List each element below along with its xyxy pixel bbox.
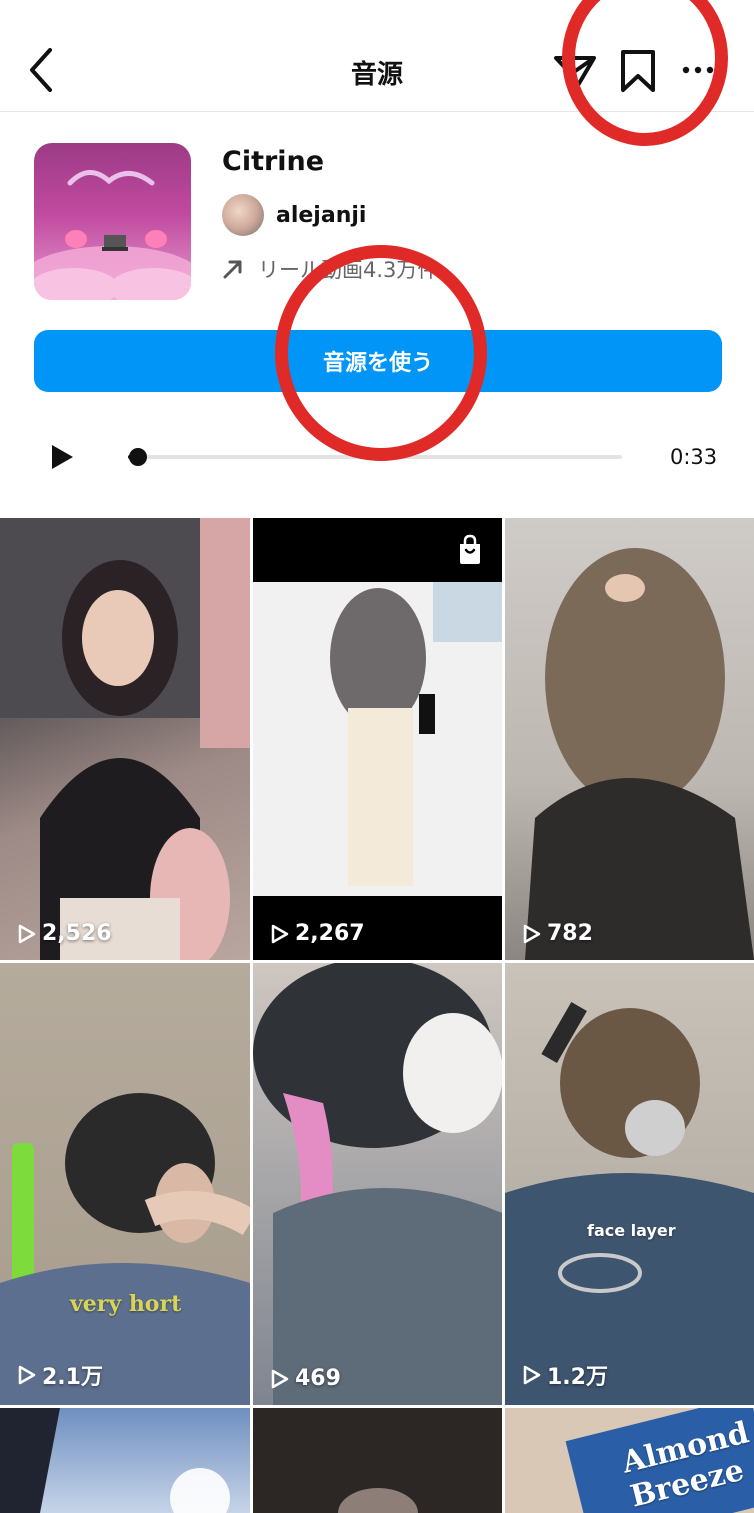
reel-tile[interactable]	[0, 1408, 250, 1513]
reels-grid: 2,526 2,267 782 very hort 2.1万 469 face …	[0, 518, 754, 1513]
play-outline-icon	[18, 1365, 36, 1385]
share-button[interactable]	[552, 50, 598, 96]
reel-caption-text: very hort	[70, 1291, 182, 1317]
album-cover-image	[34, 170, 191, 300]
reel-thumbnail	[253, 963, 502, 1405]
play-count: 2,267	[271, 921, 365, 946]
save-button[interactable]	[618, 48, 658, 94]
avatar	[222, 194, 264, 236]
reel-thumbnail	[253, 582, 502, 896]
audio-page: 音源 Citrine alejanji リール動画4.3万件 音源を使う 0:3…	[0, 0, 754, 1513]
more-options-button[interactable]	[680, 60, 716, 80]
play-count: 2.1万	[18, 1359, 103, 1391]
artist-link[interactable]: alejanji	[222, 194, 366, 236]
play-outline-icon	[271, 924, 289, 943]
play-count: 469	[271, 1366, 341, 1391]
reel-thumbnail	[338, 1488, 418, 1513]
send-icon	[554, 56, 596, 94]
play-outline-icon	[523, 924, 541, 943]
play-button[interactable]	[50, 444, 74, 470]
reel-thumbnail	[0, 1093, 250, 1405]
audio-duration: 0:33	[670, 445, 718, 469]
play-outline-icon	[18, 924, 36, 943]
reel-tile[interactable]: face layer 1.2万	[505, 963, 754, 1405]
audio-progress-slider[interactable]	[128, 448, 622, 466]
play-count: 2,526	[18, 921, 112, 946]
play-outline-icon	[523, 1365, 541, 1385]
reel-tile[interactable]: 782	[505, 518, 754, 960]
play-count: 782	[523, 921, 593, 946]
reel-tile[interactable]: 2,267	[253, 518, 502, 960]
play-count: 1.2万	[523, 1359, 608, 1391]
play-icon	[52, 445, 73, 469]
reel-caption-text: face layer	[587, 1221, 676, 1240]
audio-title: Citrine	[222, 146, 325, 177]
bookmark-icon	[621, 50, 655, 92]
play-outline-icon	[271, 1369, 289, 1388]
reel-thumbnail	[0, 518, 250, 960]
reel-tile[interactable]: 2,526	[0, 518, 250, 960]
reel-tile[interactable]: Almond Breeze	[505, 1408, 754, 1513]
top-bar: 音源	[0, 0, 754, 112]
reel-tile[interactable]	[253, 1408, 502, 1513]
use-audio-button[interactable]: 音源を使う	[34, 330, 722, 392]
artist-name: alejanji	[276, 202, 367, 228]
reels-count: リール動画4.3万件	[258, 258, 439, 282]
reels-count-row: リール動画4.3万件	[222, 254, 438, 284]
reel-thumbnail	[505, 1002, 754, 1405]
reel-tile[interactable]: very hort 2.1万	[0, 963, 250, 1405]
reel-thumbnail	[525, 548, 754, 960]
album-art	[34, 143, 191, 300]
reel-tile[interactable]: 469	[253, 963, 502, 1405]
progress-handle[interactable]	[128, 448, 147, 466]
more-horizontal-icon	[682, 66, 714, 74]
shopping-bag-icon	[460, 534, 480, 564]
reel-thumbnail	[0, 1408, 230, 1513]
trending-arrow-icon	[223, 260, 242, 279]
